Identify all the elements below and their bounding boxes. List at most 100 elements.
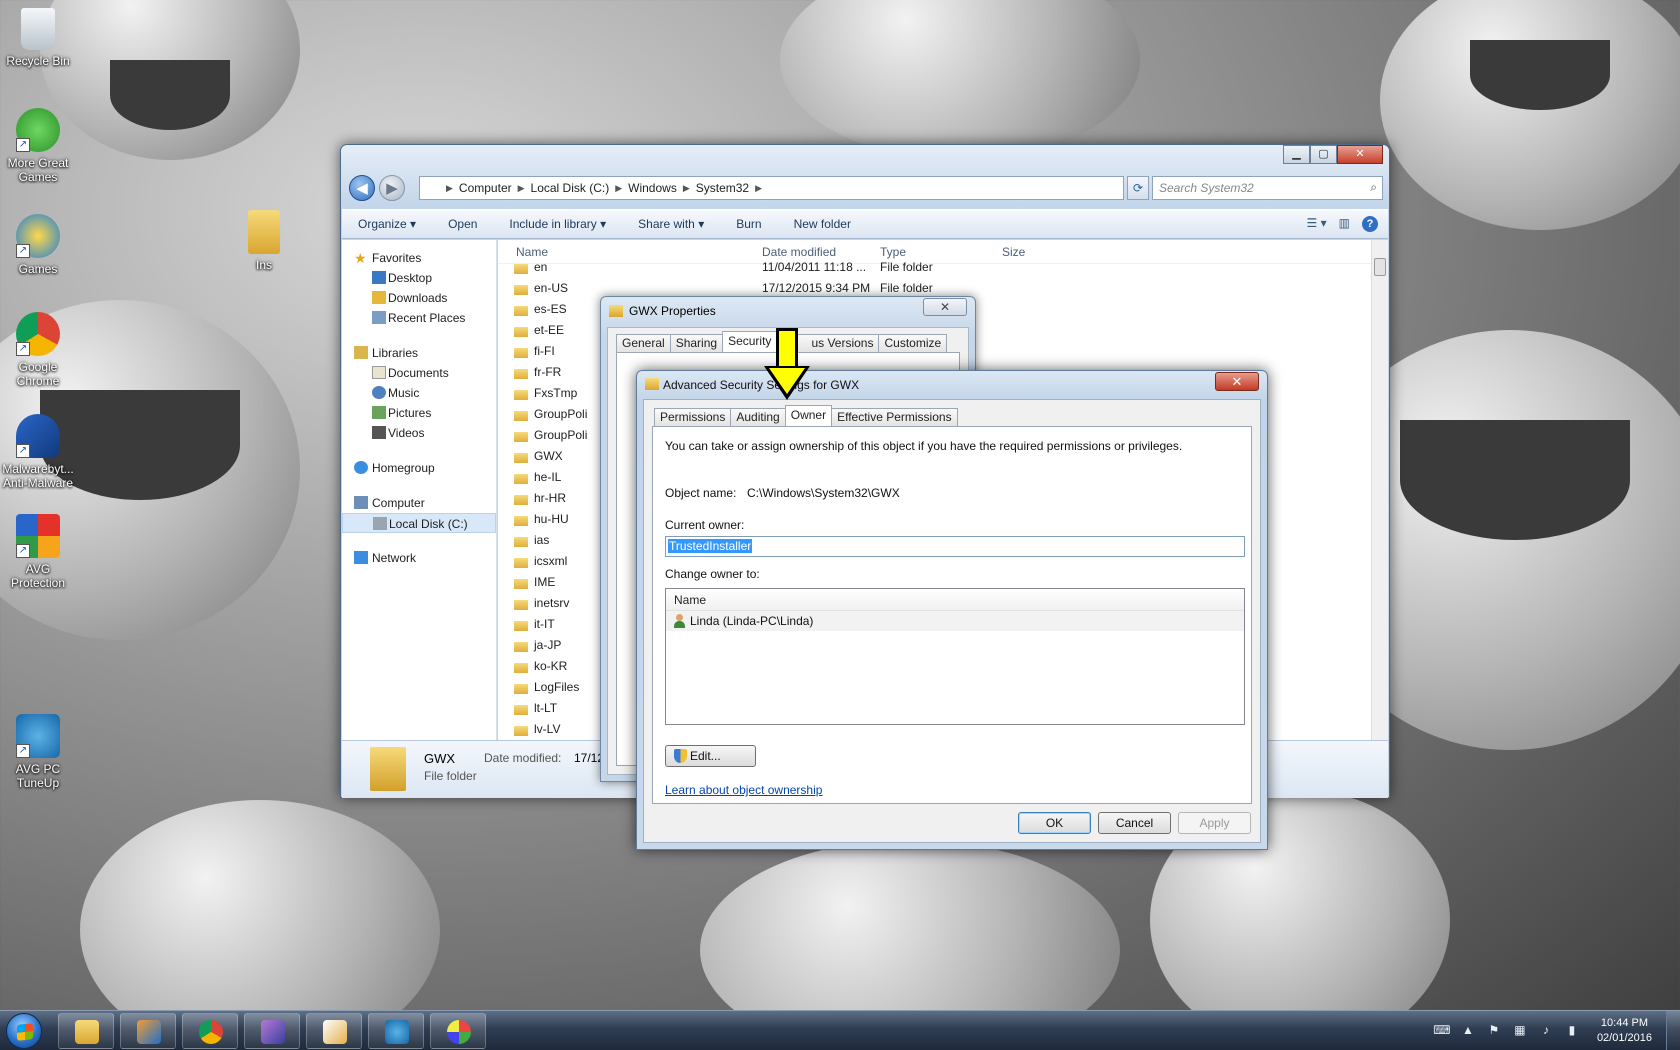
- nav-local-disk[interactable]: Local Disk (C:): [342, 513, 496, 533]
- desktop-icon-chrome[interactable]: ↗ Google Chrome: [0, 312, 78, 388]
- window-controls: ▁ ▢ ✕: [1283, 145, 1383, 164]
- cancel-button[interactable]: Cancel: [1098, 812, 1171, 834]
- nav-computer[interactable]: Computer: [342, 493, 496, 513]
- organize-button[interactable]: Organize ▾: [350, 215, 424, 233]
- tab-general[interactable]: General: [616, 334, 671, 352]
- folder-icon: [514, 305, 528, 316]
- share-with-button[interactable]: Share with ▾: [630, 215, 712, 233]
- forward-button[interactable]: ▶: [379, 175, 405, 201]
- computer-icon: [354, 496, 368, 509]
- folder-icon: [514, 662, 528, 673]
- tab-owner[interactable]: Owner: [784, 405, 833, 426]
- desktop-icon-games[interactable]: ↗ Games: [0, 214, 78, 276]
- taskbar-app-4[interactable]: [244, 1013, 300, 1049]
- table-row[interactable]: en 11/04/2011 11:18 ... File folder: [498, 256, 1388, 277]
- object-name-value: C:\Windows\System32\GWX: [747, 486, 900, 500]
- maximize-button[interactable]: ▢: [1310, 145, 1337, 164]
- refresh-button[interactable]: ⟳: [1127, 176, 1149, 200]
- desktop-icon-ins[interactable]: Ins: [224, 210, 304, 272]
- help-icon[interactable]: ?: [1362, 216, 1378, 232]
- nav-network[interactable]: Network: [342, 548, 496, 568]
- column-date[interactable]: Date modified: [756, 245, 876, 259]
- list-header-name[interactable]: Name: [666, 589, 1244, 611]
- nav-desktop[interactable]: Desktop: [342, 268, 496, 288]
- tab-permissions[interactable]: Permissions: [654, 408, 732, 426]
- minimize-button[interactable]: ▁: [1283, 145, 1310, 164]
- breadcrumb-system32[interactable]: System32: [696, 181, 749, 195]
- documents-icon: [372, 366, 386, 379]
- view-options-icon[interactable]: ☰ ▾: [1307, 216, 1327, 232]
- address-row: ◀ ▶ ▶ Computer ▶ Local Disk (C:) ▶ Windo…: [349, 175, 1383, 201]
- tab-customize[interactable]: Customize: [878, 334, 948, 352]
- volume-icon[interactable]: ♪: [1537, 1023, 1555, 1039]
- nav-downloads[interactable]: Downloads: [342, 288, 496, 308]
- ok-button[interactable]: OK: [1018, 812, 1091, 834]
- vertical-scrollbar[interactable]: [1371, 240, 1388, 740]
- file-name: en: [498, 260, 756, 274]
- burn-button[interactable]: Burn: [728, 215, 769, 233]
- music-icon: [372, 386, 386, 399]
- chevron-up-icon[interactable]: ▲: [1459, 1023, 1477, 1039]
- back-button[interactable]: ◀: [349, 175, 375, 201]
- breadcrumb-computer[interactable]: Computer: [459, 181, 512, 195]
- nav-favorites[interactable]: ★ Favorites: [342, 248, 496, 268]
- folder-icon: [514, 263, 528, 274]
- edit-button[interactable]: Edit...: [665, 745, 756, 767]
- column-size[interactable]: Size: [998, 245, 1078, 259]
- start-button[interactable]: [6, 1013, 42, 1049]
- desktop-icon-malwarebytes[interactable]: ↗ Malwarebyt... Anti-Malware: [0, 414, 78, 490]
- nav-videos[interactable]: Videos: [342, 423, 496, 443]
- include-in-library-button[interactable]: Include in library ▾: [501, 215, 614, 233]
- details-date-label: Date modified:: [484, 751, 562, 765]
- column-type[interactable]: Type: [876, 245, 998, 259]
- scroll-thumb[interactable]: [1374, 258, 1386, 276]
- breadcrumb-windows[interactable]: Windows: [628, 181, 677, 195]
- keyboard-icon[interactable]: ⌨: [1433, 1023, 1451, 1039]
- new-folder-button[interactable]: New folder: [786, 215, 859, 233]
- folder-icon: [248, 210, 280, 254]
- search-input[interactable]: Search System32 ⌕: [1152, 176, 1383, 200]
- taskbar-media-player[interactable]: [120, 1013, 176, 1049]
- network-icon[interactable]: ▦: [1511, 1023, 1529, 1039]
- taskbar-chrome[interactable]: [182, 1013, 238, 1049]
- address-bar[interactable]: ▶ Computer ▶ Local Disk (C:) ▶ Windows ▶…: [419, 176, 1124, 200]
- show-desktop-button[interactable]: [1666, 1011, 1680, 1050]
- nav-libraries[interactable]: Libraries: [342, 343, 496, 363]
- nav-homegroup[interactable]: Homegroup: [342, 458, 496, 478]
- folder-icon: [514, 347, 528, 358]
- apply-button[interactable]: Apply: [1178, 812, 1251, 834]
- signal-icon[interactable]: ▮: [1563, 1023, 1581, 1039]
- change-owner-list[interactable]: Name Linda (Linda-PC\Linda): [665, 588, 1245, 725]
- desktop-icon-avg-protection[interactable]: ↗ AVG Protection: [0, 514, 78, 590]
- breadcrumb-local-disk[interactable]: Local Disk (C:): [531, 181, 610, 195]
- nav-documents[interactable]: Documents: [342, 363, 496, 383]
- current-owner-field[interactable]: TrustedInstaller: [665, 536, 1245, 557]
- clock[interactable]: 10:44 PM 02/01/2016: [1597, 1016, 1652, 1046]
- taskbar-explorer[interactable]: [58, 1013, 114, 1049]
- desktop-icon-more-games[interactable]: ↗ More Great Games: [0, 108, 78, 184]
- close-button[interactable]: ✕: [1337, 145, 1383, 164]
- flag-icon[interactable]: ⚑: [1485, 1023, 1503, 1039]
- column-name[interactable]: Name: [498, 245, 756, 259]
- folder-icon: [514, 620, 528, 631]
- details-type: File folder: [424, 769, 477, 783]
- tab-effective-permissions[interactable]: Effective Permissions: [831, 408, 958, 426]
- dialog-close-button[interactable]: ✕: [1215, 372, 1259, 391]
- taskbar-paint[interactable]: [430, 1013, 486, 1049]
- table-row[interactable]: en-US 17/12/2015 9:34 PM File folder: [498, 277, 1388, 298]
- taskbar-app-5[interactable]: [306, 1013, 362, 1049]
- nav-pictures[interactable]: Pictures: [342, 403, 496, 423]
- nav-music[interactable]: Music: [342, 383, 496, 403]
- list-item[interactable]: Linda (Linda-PC\Linda): [666, 611, 1244, 631]
- tab-auditing[interactable]: Auditing: [730, 408, 786, 426]
- preview-pane-icon[interactable]: ▥: [1339, 216, 1350, 232]
- owner-tab-body: You can take or assign ownership of this…: [652, 426, 1252, 804]
- taskbar-avg-tuneup[interactable]: [368, 1013, 424, 1049]
- desktop-icon-recycle-bin[interactable]: Recycle Bin: [0, 8, 78, 68]
- desktop-icon-avg-tuneup[interactable]: ↗ AVG PC TuneUp: [0, 714, 78, 790]
- tab-sharing[interactable]: Sharing: [669, 334, 724, 352]
- learn-ownership-link[interactable]: Learn about object ownership: [665, 783, 822, 797]
- properties-close-button[interactable]: ✕: [923, 298, 967, 316]
- open-button[interactable]: Open: [440, 215, 485, 233]
- nav-recent-places[interactable]: Recent Places: [342, 308, 496, 328]
